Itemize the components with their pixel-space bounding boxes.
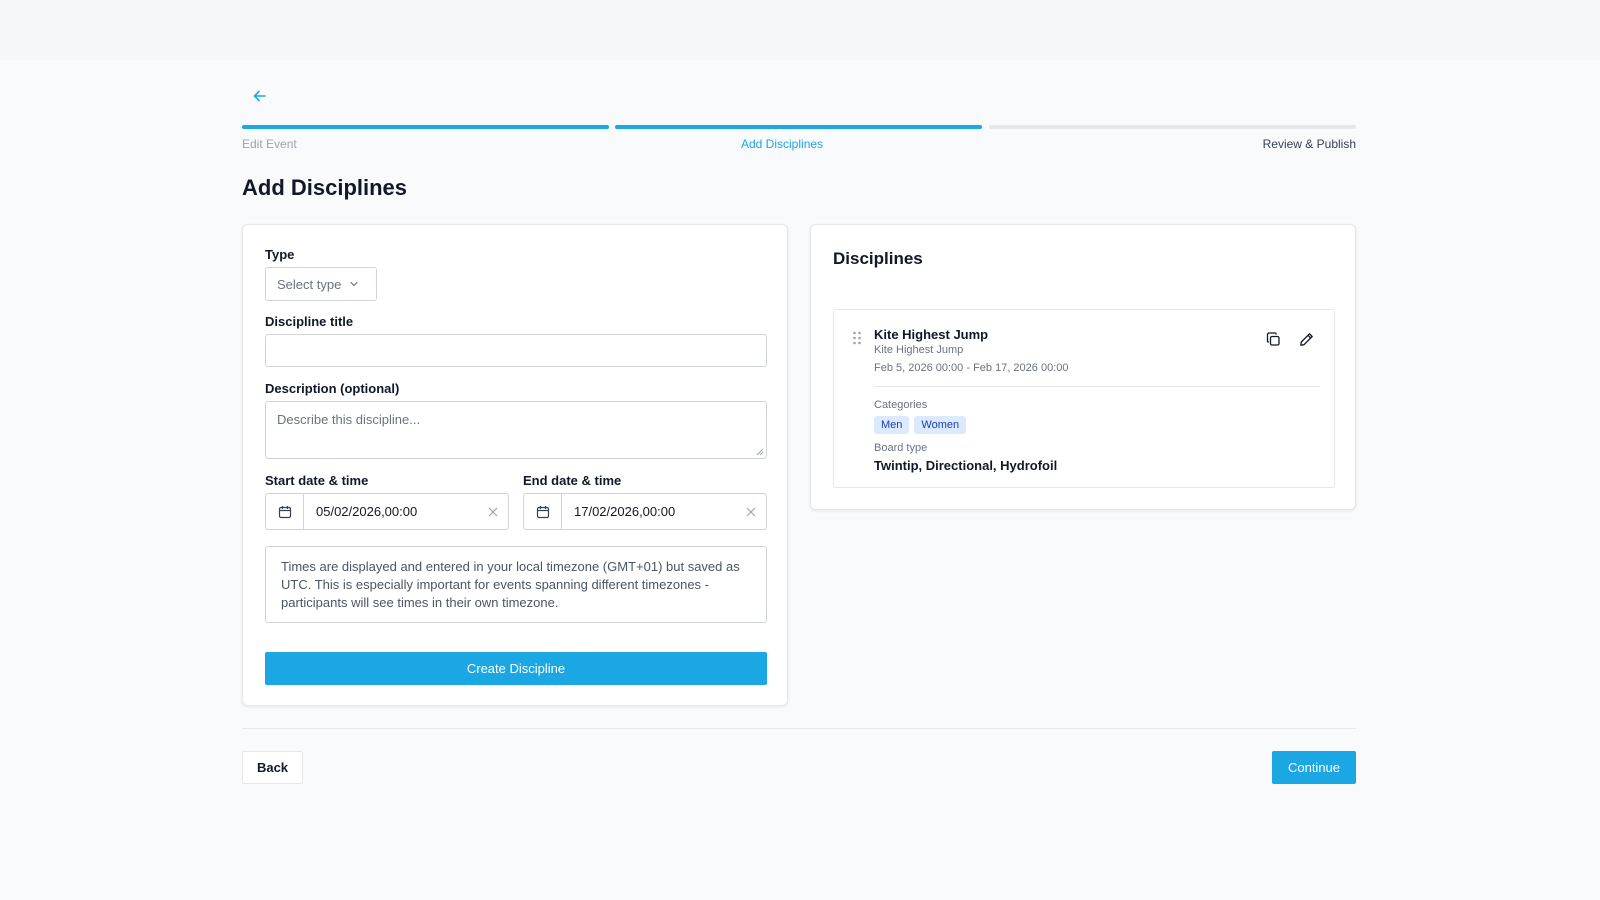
clear-icon[interactable] — [736, 506, 766, 518]
discipline-title: Kite Highest Jump — [874, 327, 989, 342]
drag-handle-icon[interactable] — [852, 330, 862, 346]
chevron-down-icon — [350, 281, 358, 287]
footer-divider — [242, 728, 1356, 729]
end-date-value: 17/02/2026,00:00 — [574, 504, 676, 519]
category-chips: Men Women — [874, 416, 967, 434]
category-chip: Men — [874, 416, 910, 434]
step-label-review-publish[interactable]: Review & Publish — [1263, 137, 1356, 151]
end-date-input[interactable]: 17/02/2026,00:00 — [523, 493, 767, 530]
end-date-label: End date & time — [523, 473, 622, 488]
back-button[interactable]: Back — [242, 751, 303, 784]
description-textarea[interactable]: Describe this discipline... — [265, 401, 767, 459]
categories-label: Categories — [874, 399, 928, 411]
resize-handle-icon[interactable] — [756, 448, 764, 456]
type-select-value: Select type — [277, 276, 342, 292]
step-bar-add-disciplines — [615, 125, 982, 129]
description-placeholder: Describe this discipline... — [277, 412, 421, 427]
clear-icon[interactable] — [478, 506, 508, 518]
top-band — [0, 0, 1600, 60]
step-label-edit-event[interactable]: Edit Event — [242, 137, 297, 151]
step-label-add-disciplines[interactable]: Add Disciplines — [741, 137, 823, 151]
step-bar-review-publish — [989, 125, 1356, 129]
divider — [874, 386, 1320, 387]
description-label: Description (optional) — [265, 381, 400, 396]
calendar-icon[interactable] — [266, 494, 304, 529]
discipline-dates: Feb 5, 2026 00:00 - Feb 17, 2026 00:00 — [874, 362, 1069, 374]
timezone-note: Times are displayed and entered in your … — [265, 546, 767, 623]
page-title: Add Disciplines — [242, 175, 408, 200]
start-date-label: Start date & time — [265, 473, 369, 488]
start-date-value: 05/02/2026,00:00 — [316, 504, 418, 519]
discipline-title-label: Discipline title — [265, 314, 354, 329]
stepper: Edit Event Add Disciplines Review & Publ… — [242, 125, 1356, 155]
arrow-left-icon[interactable] — [250, 86, 270, 106]
continue-button[interactable]: Continue — [1272, 751, 1356, 784]
category-chip: Women — [914, 416, 967, 434]
edit-icon[interactable] — [1297, 330, 1315, 348]
discipline-subtitle: Kite Highest Jump — [874, 344, 964, 356]
type-label: Type — [265, 247, 295, 262]
board-type-label: Board type — [874, 442, 928, 454]
discipline-title-input[interactable] — [265, 334, 767, 367]
calendar-icon[interactable] — [524, 494, 562, 529]
step-bar-edit-event — [242, 125, 609, 129]
discipline-item: Kite Highest Jump Kite Highest Jump Feb … — [833, 309, 1335, 488]
board-type-value: Twintip, Directional, Hydrofoil — [874, 458, 1058, 473]
type-select[interactable]: Select type — [265, 267, 377, 301]
discipline-form-card: Type Select type Discipline title Descri… — [242, 224, 788, 706]
disciplines-card: Disciplines Kite Highest Jump Kite Highe… — [810, 224, 1356, 510]
create-discipline-button[interactable]: Create Discipline — [265, 652, 767, 685]
disciplines-title: Disciplines — [833, 249, 923, 268]
copy-icon[interactable] — [1264, 330, 1282, 348]
start-date-input[interactable]: 05/02/2026,00:00 — [265, 493, 509, 530]
